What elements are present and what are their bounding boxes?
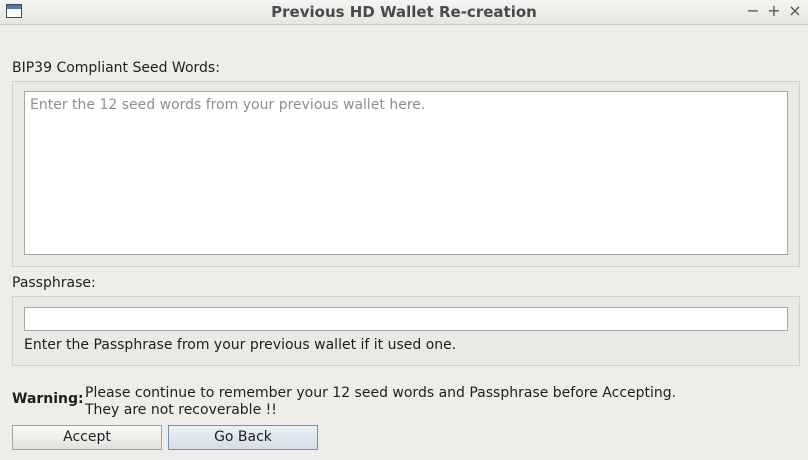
wallet-recreation-dialog: Previous HD Wallet Re-creation − + × BIP… (0, 0, 808, 460)
seed-words-label: BIP39 Compliant Seed Words: (12, 60, 220, 76)
warning-line-2: They are not recoverable !! (85, 402, 277, 418)
passphrase-hint: Enter the Passphrase from your previous … (24, 337, 457, 353)
maximize-icon[interactable]: + (764, 1, 784, 21)
window-title: Previous HD Wallet Re-creation (271, 3, 537, 21)
passphrase-input[interactable] (24, 307, 788, 331)
warning-title: Warning: (12, 391, 84, 407)
seed-words-input[interactable] (24, 91, 788, 255)
close-icon[interactable]: × (785, 1, 805, 21)
title-bar[interactable]: Previous HD Wallet Re-creation − + × (0, 0, 808, 25)
warning-line-1: Please continue to remember your 12 seed… (85, 385, 677, 401)
accept-button[interactable]: Accept (12, 425, 162, 450)
minimize-icon[interactable]: − (743, 1, 763, 21)
passphrase-label: Passphrase: (12, 275, 96, 291)
go-back-button[interactable]: Go Back (168, 425, 318, 450)
warning-message: Please continue to remember your 12 seed… (85, 385, 676, 419)
